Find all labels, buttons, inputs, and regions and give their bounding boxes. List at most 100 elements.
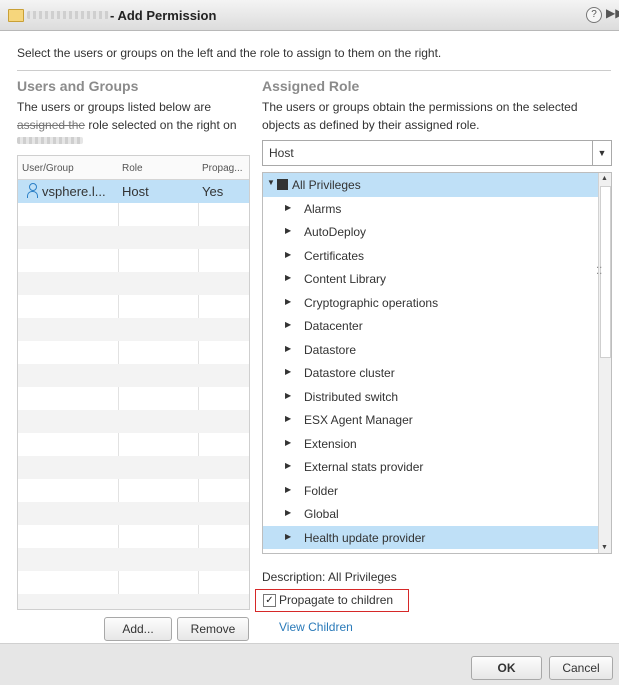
tree-item-datacenter[interactable]: ▶ Datacenter: [263, 314, 611, 338]
empty-row: [18, 272, 249, 295]
tree-item-folder[interactable]: ▶ Folder: [263, 479, 611, 503]
tree-item-label: Datacenter: [304, 319, 363, 333]
redacted-object-name: [27, 11, 109, 19]
collapsed-triangle-icon[interactable]: ▶: [285, 250, 291, 259]
collapsed-triangle-icon[interactable]: ▶: [285, 367, 291, 376]
scroll-down-icon[interactable]: ▼: [601, 544, 608, 551]
column-header-propagate[interactable]: Propag...: [202, 163, 243, 174]
empty-row: [18, 525, 249, 548]
empty-row: [18, 318, 249, 341]
empty-row: [18, 548, 249, 571]
collapsed-triangle-icon[interactable]: ▶: [285, 438, 291, 447]
divider: [17, 70, 611, 71]
tree-item-label: Health update provider: [304, 530, 426, 545]
tree-item-label: Global: [304, 507, 339, 521]
remove-button[interactable]: Remove: [177, 617, 249, 641]
users-groups-description-line1: The users or groups listed below are: [17, 100, 212, 114]
tree-item-external-stats-provider[interactable]: ▶ External stats provider: [263, 455, 611, 479]
ok-button[interactable]: OK: [471, 656, 542, 680]
expand-icon[interactable]: ▶▶: [606, 6, 619, 20]
tree-item-datastore-cluster[interactable]: ▶ Datastore cluster: [263, 361, 611, 385]
tree-item-content-library[interactable]: ▶ Content Library: [263, 267, 611, 291]
users-groups-description-line2: role selected on the right on: [85, 118, 237, 132]
dialog-titlebar: - Add Permission ? ▶▶: [0, 0, 619, 31]
struck-text: assigned the: [17, 118, 86, 132]
collapsed-triangle-icon[interactable]: ▶: [285, 203, 291, 212]
collapsed-triangle-icon[interactable]: ▶: [285, 508, 291, 517]
add-button[interactable]: Add...: [104, 617, 172, 641]
expand-triangle-icon[interactable]: ▼: [267, 178, 275, 187]
collapsed-triangle-icon[interactable]: ▶: [285, 532, 291, 541]
tree-item-label: AutoDeploy: [304, 225, 367, 239]
tree-item-distributed-switch[interactable]: ▶ Distributed switch: [263, 385, 611, 409]
users-groups-description: The users or groups listed below are ass…: [17, 98, 252, 134]
cell-user: vsphere.l...: [42, 184, 106, 199]
propagate-label[interactable]: Propagate to children: [279, 593, 393, 607]
propagate-checkbox-highlight[interactable]: ✓ Propagate to children: [255, 589, 409, 612]
collapsed-triangle-icon[interactable]: ▶: [285, 485, 291, 494]
collapsed-triangle-icon[interactable]: ▶: [285, 391, 291, 400]
tree-item-label: Folder: [304, 483, 339, 498]
tree-item-datastore[interactable]: ▶ Datastore: [263, 338, 611, 362]
empty-row: [18, 226, 249, 249]
cancel-button[interactable]: Cancel: [549, 656, 613, 680]
tree-item-esx-agent-manager[interactable]: ▶ ESX Agent Manager: [263, 408, 611, 432]
empty-row: [18, 433, 249, 456]
tree-item-global[interactable]: ▶ Global: [263, 502, 611, 526]
empty-row: [18, 341, 249, 364]
collapsed-triangle-icon[interactable]: ▶: [285, 297, 291, 306]
redacted-text: [17, 137, 83, 144]
role-select-value: Host: [269, 146, 294, 160]
collapsed-triangle-icon[interactable]: ▶: [285, 414, 291, 423]
empty-row: [18, 456, 249, 479]
column-header-user-group[interactable]: User/Group: [22, 163, 74, 174]
tree-root-all-privileges[interactable]: ▼ All Privileges: [263, 173, 611, 197]
view-children-link[interactable]: View Children: [279, 620, 353, 634]
help-icon[interactable]: ?: [586, 7, 602, 23]
tree-item-autodeploy[interactable]: ▶ AutoDeploy: [263, 220, 611, 244]
empty-row: [18, 295, 249, 318]
user-icon: [26, 183, 38, 199]
tree-item-certificates[interactable]: ▶ Certificates: [263, 244, 611, 268]
tree-item-label: Distributed switch: [304, 389, 399, 404]
column-header-role[interactable]: Role: [122, 163, 143, 174]
tree-item-label: Content Library: [304, 272, 387, 286]
tree-item-label: Cryptographic operations: [304, 295, 439, 310]
tree-item-health-update-provider[interactable]: ▶ Health update provider: [263, 525, 611, 549]
chevron-down-icon[interactable]: ▼: [592, 141, 611, 165]
tree-item-label: Extension: [304, 436, 357, 451]
instruction-text: Select the users or groups on the left a…: [17, 46, 442, 60]
tree-item-cryptographic-operations[interactable]: ▶ Cryptographic operations: [263, 291, 611, 315]
folder-icon: [8, 9, 24, 22]
tree-item-label: Alarms: [304, 201, 342, 216]
tree-item-label: Datastore: [304, 342, 357, 357]
tree-item-label: Datastore cluster: [304, 366, 395, 380]
tree-scrollbar[interactable]: ▲ ▼: [598, 173, 611, 553]
tree-item-extension[interactable]: ▶ Extension: [263, 432, 611, 456]
tree-item-label: All Privileges: [292, 178, 361, 192]
empty-row: [18, 203, 249, 226]
users-groups-heading: Users and Groups: [17, 78, 139, 94]
empty-row: [18, 502, 249, 525]
assigned-role-description: The users or groups obtain the permissio…: [262, 100, 578, 132]
empty-row: [18, 364, 249, 387]
collapsed-triangle-icon[interactable]: ▶: [285, 273, 291, 282]
table-row[interactable]: vsphere.l... Host Yes: [18, 180, 249, 203]
privileges-tree: ▼ All Privileges ▶ Alarms ▶ AutoDeploy ▶ Ce…: [262, 172, 612, 554]
resize-grip-icon[interactable]: ⁚⁚: [596, 266, 602, 277]
tree-item-alarms[interactable]: ▶ Alarms: [263, 197, 611, 221]
users-groups-table: User/Group Role Propag... vsphere.l... H…: [17, 155, 250, 610]
dialog-title: - Add Permission: [110, 8, 217, 23]
role-select[interactable]: Host ▼: [262, 140, 612, 166]
checkbox-checked-icon[interactable]: ✓: [263, 594, 276, 607]
collapsed-triangle-icon[interactable]: ▶: [285, 320, 291, 329]
checkbox-indeterminate-icon[interactable]: [277, 179, 288, 190]
scroll-up-icon[interactable]: ▲: [601, 175, 608, 182]
collapsed-triangle-icon[interactable]: ▶: [285, 344, 291, 353]
collapsed-triangle-icon[interactable]: ▶: [285, 226, 291, 235]
collapsed-triangle-icon[interactable]: ▶: [285, 461, 291, 470]
tree-item-label: ESX Agent Manager: [304, 413, 413, 427]
privilege-description: Description: All Privileges: [262, 570, 397, 584]
empty-row: [18, 249, 249, 272]
dialog-footer: OK Cancel: [0, 643, 619, 685]
